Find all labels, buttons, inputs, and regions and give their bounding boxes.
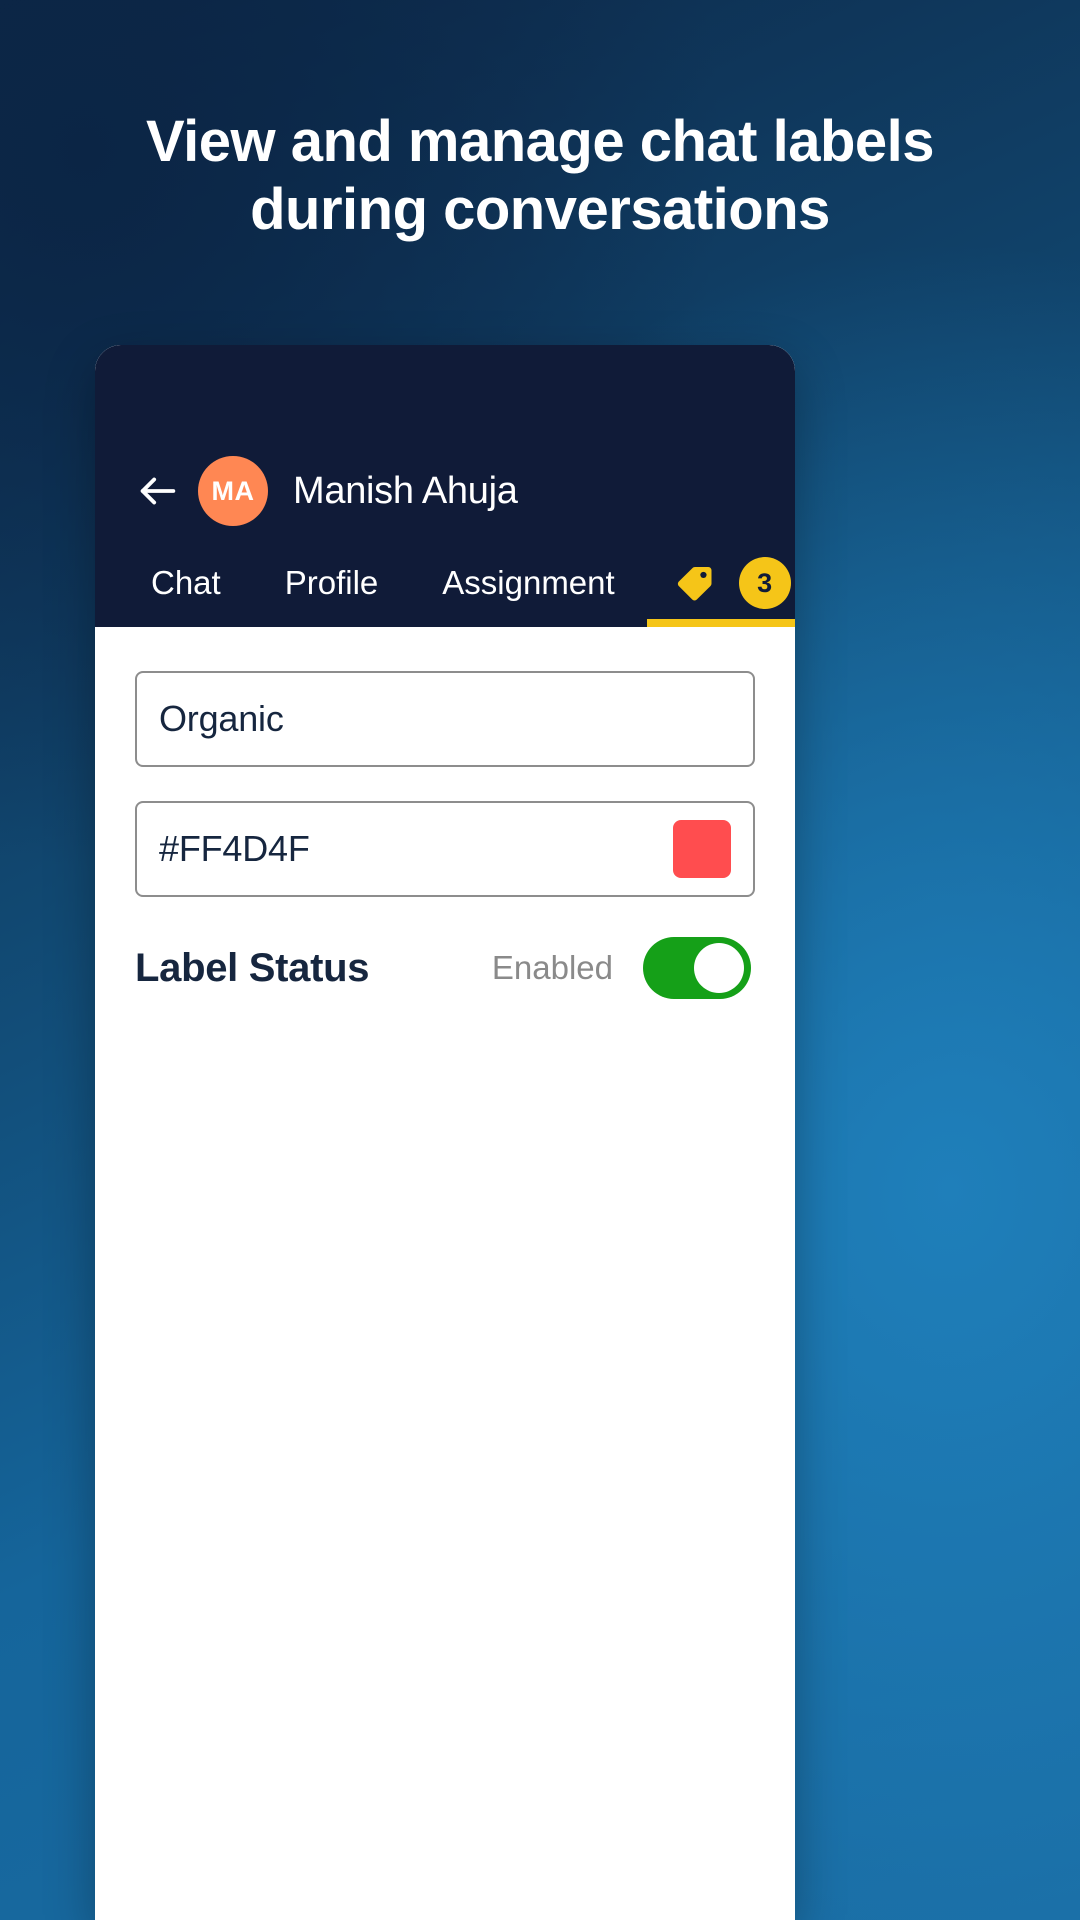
tab-assignment[interactable]: Assignment xyxy=(410,539,646,627)
label-name-value: Organic xyxy=(159,698,284,739)
tab-profile[interactable]: Profile xyxy=(253,539,411,627)
label-status-title: Label Status xyxy=(135,945,370,990)
label-status-state: Enabled xyxy=(491,949,613,986)
label-status-row: Label Status Enabled xyxy=(135,937,755,999)
tab-labels[interactable]: 3 xyxy=(646,539,795,627)
label-color-field[interactable]: #FF4D4F xyxy=(135,801,755,897)
label-status-toggle[interactable] xyxy=(643,937,751,999)
phone-mockup: MA Manish Ahuja Chat Profile Assignment xyxy=(95,345,795,1920)
tag-icon xyxy=(673,561,717,605)
tab-chat[interactable]: Chat xyxy=(119,539,253,627)
label-edit-form: Organic #FF4D4F Label Status Enabled xyxy=(95,627,795,1920)
tab-assignment-label: Assignment xyxy=(442,564,615,601)
tab-chat-label: Chat xyxy=(151,564,221,601)
color-swatch[interactable] xyxy=(673,820,731,878)
status-bar-spacer xyxy=(95,345,795,443)
back-arrow-icon[interactable] xyxy=(135,468,181,514)
active-tab-indicator xyxy=(646,619,795,627)
app-header: MA Manish Ahuja Chat Profile Assignment xyxy=(95,345,795,627)
conversation-header: MA Manish Ahuja xyxy=(95,443,795,539)
toggle-knob xyxy=(694,943,744,993)
tab-bar: Chat Profile Assignment 3 xyxy=(95,539,795,627)
promo-headline: View and manage chat labels during conve… xyxy=(145,109,935,243)
contact-name: Manish Ahuja xyxy=(293,469,518,512)
avatar-initials: MA xyxy=(211,475,255,506)
label-color-value: #FF4D4F xyxy=(159,828,310,869)
labels-count-value: 3 xyxy=(757,567,773,598)
labels-count-badge: 3 xyxy=(738,557,791,609)
label-name-field[interactable]: Organic xyxy=(135,671,755,767)
tab-profile-label: Profile xyxy=(284,564,379,601)
avatar[interactable]: MA xyxy=(198,456,268,526)
